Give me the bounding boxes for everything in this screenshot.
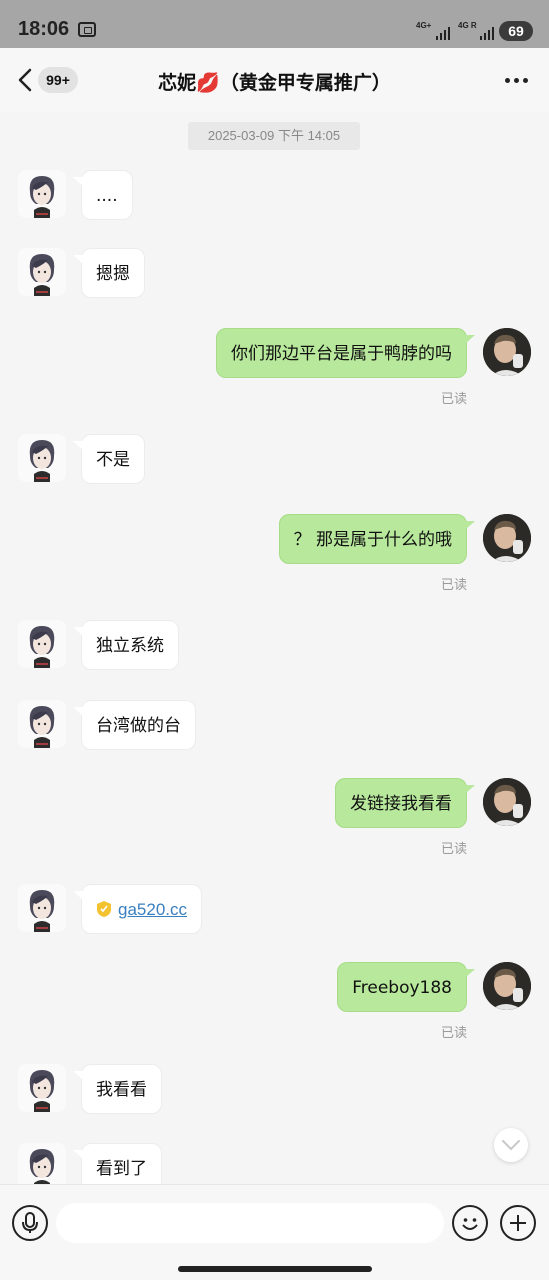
signal-bars-icon (436, 26, 452, 40)
message-text: .... (96, 186, 118, 206)
message-text: 发链接我看看 (350, 794, 452, 814)
contact-avatar[interactable] (18, 620, 66, 668)
chat-title: 芯妮💋（黄金甲专属推广） (158, 72, 391, 94)
message-text: 不是 (96, 450, 130, 470)
message-bubble[interactable]: Freeboy188 (337, 962, 475, 1012)
microphone-icon (22, 1212, 38, 1233)
contact-avatar-image (29, 1149, 55, 1184)
message-text: 独立系统 (96, 636, 164, 656)
message-input[interactable] (56, 1203, 444, 1243)
network-label-1: 4G+ (416, 21, 432, 30)
message-text: Freeboy188 (352, 978, 452, 998)
message-bubble[interactable]: 看到了 (73, 1143, 162, 1184)
message-timestamp: 2025-03-09 下午 14:05 (188, 122, 360, 150)
battery-indicator: 69 (499, 21, 533, 41)
message-bubble[interactable]: 你们那边平台是属于鸭脖的吗 (216, 328, 475, 378)
contact-avatar-image (29, 706, 55, 748)
read-receipt: 已读 (440, 1026, 467, 1041)
back-button[interactable] (16, 68, 36, 92)
message-bubble[interactable]: 我看看 (73, 1064, 162, 1114)
contact-avatar[interactable] (18, 248, 66, 296)
emoji-button[interactable] (452, 1205, 488, 1241)
message-bubble[interactable]: 台湾做的台 (73, 700, 196, 750)
chat-header: 99+ 芯妮💋（黄金甲专属推广） (0, 48, 549, 112)
message-bubble[interactable]: 独立系统 (73, 620, 179, 670)
more-dots-icon (505, 78, 510, 83)
contact-avatar[interactable] (18, 1064, 66, 1112)
link-message-bubble[interactable]: ga520.cc (73, 884, 202, 934)
contact-avatar-image (29, 626, 55, 668)
contact-avatar-image (29, 890, 55, 932)
message-text: 你们那边平台是属于鸭脖的吗 (231, 344, 452, 364)
contact-avatar[interactable] (18, 1143, 66, 1184)
chevron-down-icon (502, 1140, 520, 1151)
read-receipt: 已读 (440, 578, 467, 593)
contact-avatar-image (29, 440, 55, 482)
message-bubble[interactable]: ？ 那是属于什么的哦 (278, 514, 476, 564)
chevron-left-icon (18, 68, 32, 92)
user-avatar-image (483, 778, 531, 826)
message-bubble[interactable]: 不是 (73, 434, 145, 484)
read-receipt: 已读 (440, 842, 467, 857)
user-avatar-image (483, 962, 531, 1010)
read-receipt: 已读 (440, 392, 467, 407)
status-bar: 18:06 4G+ 4G R 69 (0, 0, 549, 48)
network-label-2: 4G R (458, 21, 477, 30)
message-text: ？ 那是属于什么的哦 (293, 530, 452, 550)
scroll-to-bottom-button[interactable] (494, 1128, 528, 1162)
message-text: 台湾做的台 (96, 716, 181, 736)
signal-bars-icon (480, 26, 496, 40)
user-avatar-image (483, 328, 531, 376)
user-avatar[interactable] (483, 328, 531, 376)
user-avatar[interactable] (483, 778, 531, 826)
shield-icon (97, 901, 111, 917)
message-list[interactable]: 2025-03-09 下午 14:05 .... 摁摁你们那边平台是属于鸭脖的吗已… (0, 112, 549, 1184)
contact-avatar[interactable] (18, 700, 66, 748)
more-button[interactable] (505, 78, 529, 84)
message-bubble[interactable]: 摁摁 (73, 248, 145, 298)
gesture-bar (178, 1266, 372, 1272)
more-actions-button[interactable] (500, 1205, 536, 1241)
user-avatar[interactable] (483, 962, 531, 1010)
user-avatar[interactable] (483, 514, 531, 562)
user-avatar-image (483, 514, 531, 562)
message-text: 我看看 (96, 1080, 147, 1100)
contact-avatar[interactable] (18, 884, 66, 932)
message-text: 看到了 (96, 1159, 147, 1179)
plus-icon (510, 1215, 526, 1231)
contact-avatar[interactable] (18, 170, 66, 218)
message-bubble[interactable]: .... (73, 170, 133, 220)
message-bubble[interactable]: 发链接我看看 (335, 778, 475, 828)
unread-badge[interactable]: 99+ (38, 67, 78, 93)
message-link[interactable]: ga520.cc (118, 900, 187, 919)
contact-avatar-image (29, 1070, 55, 1112)
emoji-icon (462, 1218, 478, 1230)
contact-avatar-image (29, 254, 55, 296)
contact-avatar-image (29, 176, 55, 218)
contact-avatar[interactable] (18, 434, 66, 482)
status-time: 18:06 (18, 18, 70, 40)
message-text: 摁摁 (96, 264, 130, 284)
screenshot-icon (78, 22, 96, 37)
voice-button[interactable] (12, 1205, 48, 1241)
